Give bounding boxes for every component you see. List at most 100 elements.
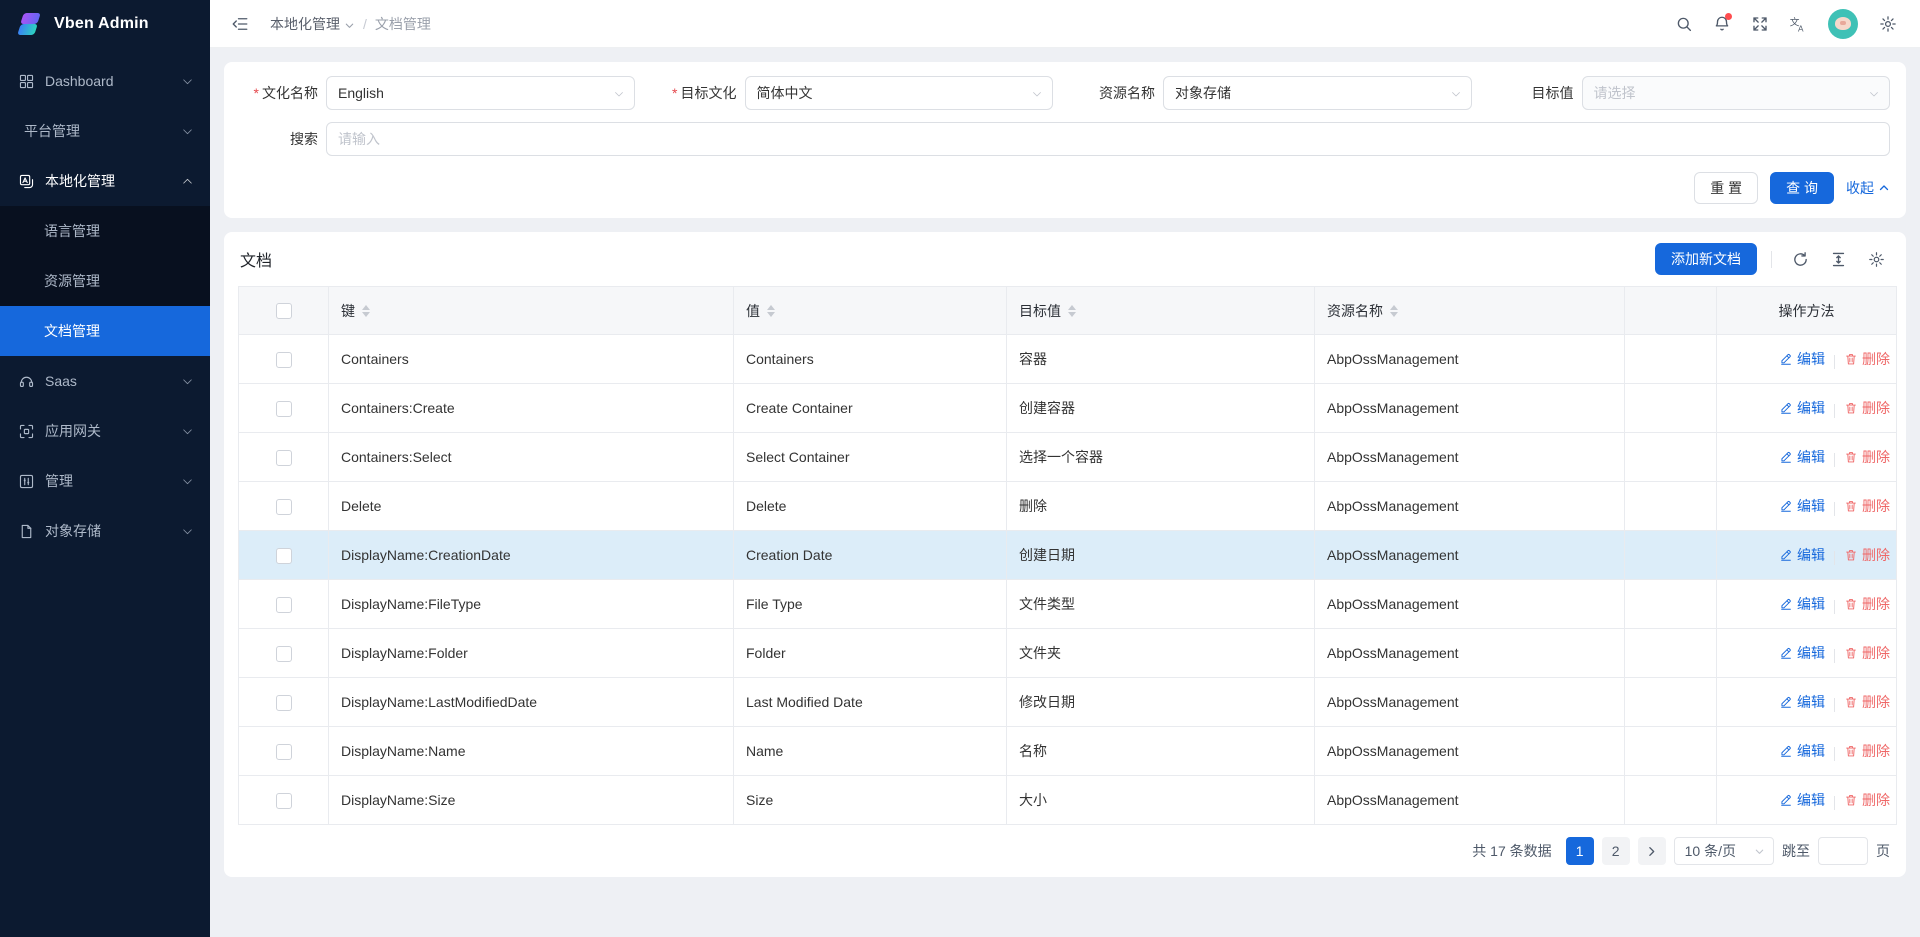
filter-select-2[interactable]: 对象存储	[1163, 76, 1472, 110]
edit-button[interactable]: 编辑	[1779, 741, 1825, 761]
delete-button[interactable]: 删除	[1844, 594, 1890, 614]
query-button[interactable]: 查 询	[1770, 172, 1834, 204]
row-checkbox[interactable]	[276, 695, 292, 711]
collapse-filters-link[interactable]: 收起	[1846, 178, 1890, 198]
next-page-button[interactable]	[1638, 837, 1666, 865]
sidebar-item-6[interactable]: 对象存储	[0, 506, 210, 556]
cell-value: Last Modified Date	[734, 678, 1007, 727]
cell-empty	[1625, 482, 1717, 531]
cell-value: Containers	[734, 335, 1007, 384]
sidebar-item-0[interactable]: Dashboard	[0, 56, 210, 106]
table-row-9: DisplayName:SizeSize大小AbpOssManagement编辑…	[239, 776, 1897, 825]
cell-empty	[1625, 727, 1717, 776]
delete-button[interactable]: 删除	[1844, 741, 1890, 761]
translate-icon[interactable]: 文A	[1782, 8, 1814, 40]
column-header[interactable]: 值	[746, 301, 775, 321]
cell-empty	[1625, 776, 1717, 825]
refresh-icon[interactable]	[1786, 245, 1814, 273]
filter-panel: *文化名称English*目标文化简体中文资源名称对象存储目标值请选择 搜索 重…	[224, 62, 1906, 218]
edit-button[interactable]: 编辑	[1779, 545, 1825, 565]
sidebar-nav: Dashboard平台管理本地化管理语言管理资源管理文档管理Saas应用网关管理…	[0, 48, 210, 556]
row-checkbox-cell	[239, 776, 329, 825]
row-checkbox[interactable]	[276, 744, 292, 760]
sidebar-submenu: 语言管理资源管理文档管理	[0, 206, 210, 356]
row-checkbox-cell	[239, 433, 329, 482]
page-button-1[interactable]: 1	[1566, 837, 1594, 865]
cell-key: DisplayName:LastModifiedDate	[329, 678, 734, 727]
column-header[interactable]: 目标值	[1019, 301, 1076, 321]
delete-button[interactable]: 删除	[1844, 496, 1890, 516]
chevron-down-icon	[1868, 87, 1880, 99]
sidebar-collapse-icon[interactable]	[224, 8, 256, 40]
cell-actions: 编辑删除	[1717, 384, 1897, 433]
page-size-select[interactable]: 10 条/页	[1674, 837, 1774, 865]
row-checkbox[interactable]	[276, 499, 292, 515]
column-header[interactable]: 资源名称	[1327, 301, 1398, 321]
storage-icon	[18, 523, 35, 540]
edit-button[interactable]: 编辑	[1779, 790, 1825, 810]
delete-button[interactable]: 删除	[1844, 790, 1890, 810]
edit-button[interactable]: 编辑	[1779, 496, 1825, 516]
gear-icon[interactable]	[1872, 8, 1904, 40]
edit-button[interactable]: 编辑	[1779, 692, 1825, 712]
filter-select-0[interactable]: English	[326, 76, 635, 110]
row-checkbox[interactable]	[276, 352, 292, 368]
sidebar-item-5[interactable]: 管理	[0, 456, 210, 506]
delete-button[interactable]: 删除	[1844, 447, 1890, 467]
cell-actions: 编辑删除	[1717, 433, 1897, 482]
row-checkbox[interactable]	[276, 450, 292, 466]
avatar[interactable]	[1828, 9, 1858, 39]
delete-button[interactable]: 删除	[1844, 398, 1890, 418]
sidebar-item-3[interactable]: Saas	[0, 356, 210, 406]
cell-actions: 编辑删除	[1717, 531, 1897, 580]
edit-button[interactable]: 编辑	[1779, 643, 1825, 663]
select-placeholder: 请选择	[1594, 83, 1636, 103]
select-all-checkbox[interactable]	[276, 303, 292, 319]
edit-button[interactable]: 编辑	[1779, 447, 1825, 467]
filter-select-1[interactable]: 简体中文	[745, 76, 1054, 110]
edit-button[interactable]: 编辑	[1779, 349, 1825, 369]
cell-key: DisplayName:CreationDate	[329, 531, 734, 580]
bell-icon[interactable]	[1706, 8, 1738, 40]
sidebar-subitem-2-0[interactable]: 语言管理	[0, 206, 210, 256]
delete-button[interactable]: 删除	[1844, 692, 1890, 712]
filter-label: *目标文化	[659, 83, 745, 103]
row-checkbox[interactable]	[276, 401, 292, 417]
delete-button[interactable]: 删除	[1844, 349, 1890, 369]
delete-button[interactable]: 删除	[1844, 545, 1890, 565]
select-value: 对象存储	[1175, 83, 1231, 103]
manage-icon	[18, 473, 35, 490]
breadcrumb-separator: /	[363, 16, 367, 32]
add-document-button[interactable]: 添加新文档	[1655, 243, 1757, 275]
jump-page-input[interactable]	[1818, 837, 1868, 865]
fullscreen-icon[interactable]	[1744, 8, 1776, 40]
row-height-icon[interactable]	[1824, 245, 1852, 273]
edit-button[interactable]: 编辑	[1779, 594, 1825, 614]
content: *文化名称English*目标文化简体中文资源名称对象存储目标值请选择 搜索 重…	[210, 48, 1920, 937]
filter-select-3[interactable]: 请选择	[1582, 76, 1891, 110]
chevron-up-icon	[181, 175, 194, 188]
sidebar-item-2[interactable]: 本地化管理	[0, 156, 210, 206]
sidebar-subitem-2-1[interactable]: 资源管理	[0, 256, 210, 306]
sidebar-item-1[interactable]: 平台管理	[0, 106, 210, 156]
column-header[interactable]: 键	[341, 301, 370, 321]
sort-icon	[362, 305, 370, 317]
delete-button[interactable]: 删除	[1844, 643, 1890, 663]
row-checkbox[interactable]	[276, 646, 292, 662]
row-checkbox[interactable]	[276, 597, 292, 613]
edit-button[interactable]: 编辑	[1779, 398, 1825, 418]
search-input[interactable]	[326, 122, 1890, 156]
row-checkbox[interactable]	[276, 793, 292, 809]
logo[interactable]: Vben Admin	[0, 0, 210, 48]
dashboard-icon	[18, 73, 35, 90]
row-checkbox[interactable]	[276, 548, 292, 564]
sidebar-item-4[interactable]: 应用网关	[0, 406, 210, 456]
breadcrumb-item-localization[interactable]: 本地化管理	[270, 14, 355, 34]
search-icon[interactable]	[1668, 8, 1700, 40]
page-button-2[interactable]: 2	[1602, 837, 1630, 865]
sidebar-subitem-2-2[interactable]: 文档管理	[0, 306, 210, 356]
table-settings-gear-icon[interactable]	[1862, 245, 1890, 273]
cell-empty	[1625, 580, 1717, 629]
reset-button[interactable]: 重 置	[1694, 172, 1758, 204]
main-area: 本地化管理 / 文档管理	[210, 0, 1920, 937]
